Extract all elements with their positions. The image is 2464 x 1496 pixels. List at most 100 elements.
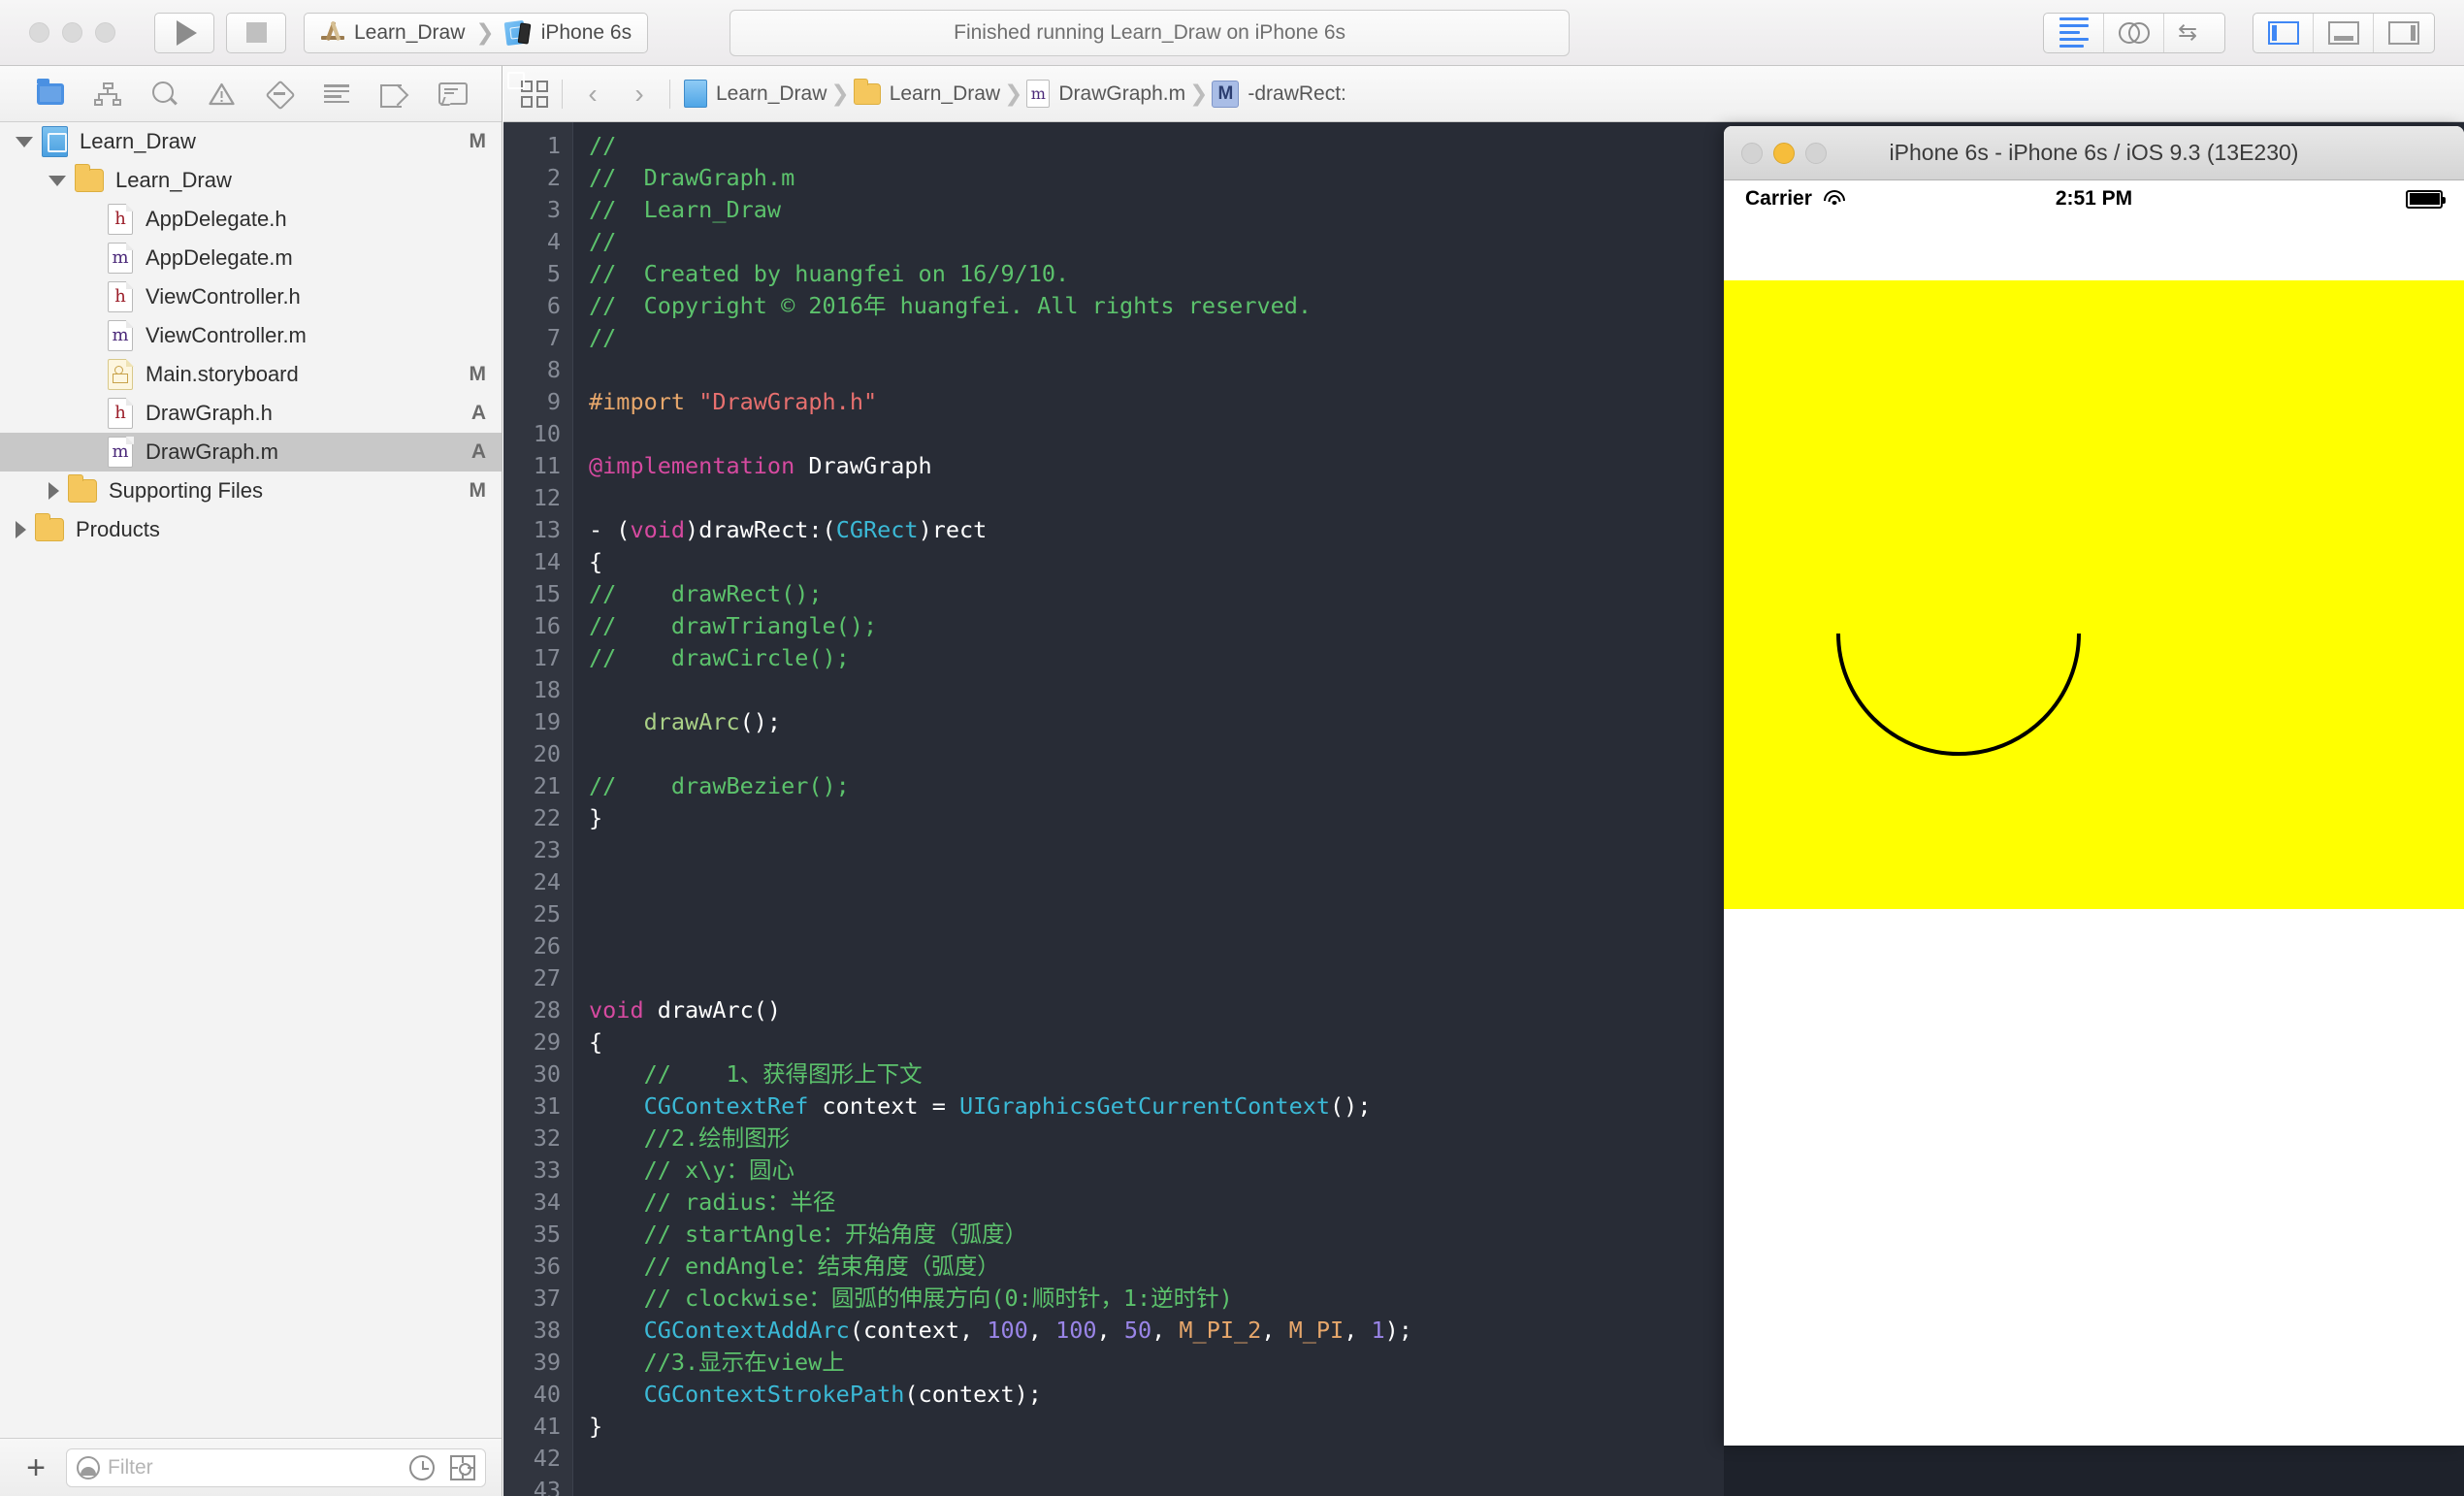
simulator-close-button[interactable]	[1741, 142, 1763, 164]
line-number: 6	[546, 292, 561, 319]
code-token: drawArc	[643, 708, 740, 735]
header-file-icon: h	[108, 281, 134, 312]
toggle-utilities-button[interactable]	[2374, 14, 2434, 52]
close-button[interactable]	[29, 22, 49, 43]
minimize-button[interactable]	[62, 22, 82, 43]
symbol-navigator-tab[interactable]	[91, 78, 124, 111]
simulator-screen[interactable]	[1724, 217, 2464, 1446]
toggle-navigator-button[interactable]	[2253, 13, 2314, 52]
battery-icon	[2406, 189, 2446, 209]
source-control-filter-icon[interactable]	[450, 1454, 475, 1480]
assistant-editor-button[interactable]	[2104, 13, 2164, 52]
disclosure-triangle-icon[interactable]	[16, 136, 33, 147]
divider	[669, 79, 670, 109]
file-tree-row[interactable]: h AppDelegate.h	[0, 200, 502, 239]
file-tree-row[interactable]: Learn_Draw M	[0, 122, 502, 161]
filter-input[interactable]: Filter	[66, 1447, 486, 1487]
recent-files-icon[interactable]	[409, 1454, 435, 1480]
version-editor-button[interactable]: ⇆	[2164, 14, 2224, 52]
breadcrumb-label: Learn_Draw	[716, 81, 827, 105]
file-tree-row[interactable]: Main.storyboard M	[0, 355, 502, 394]
file-tree-row-label: Learn_Draw	[80, 129, 196, 153]
code-token: // clockwise：圆弧的伸展方向(0:顺时针，1:逆时针)	[589, 1285, 1233, 1312]
simulator-zoom-button[interactable]	[1805, 142, 1827, 164]
file-tree-row[interactable]: m AppDelegate.m	[0, 239, 502, 277]
project-icon	[42, 126, 68, 157]
disclosure-triangle-icon[interactable]	[16, 521, 26, 538]
disclosure-triangle-icon[interactable]	[49, 175, 66, 186]
header-file-icon: h	[108, 204, 134, 235]
breadcrumb-item[interactable]: m DrawGraph.m	[1026, 80, 1185, 108]
breadcrumb-item[interactable]: Learn_Draw	[853, 78, 1000, 106]
breadcrumb-item[interactable]: M -drawRect:	[1212, 80, 1346, 108]
file-tree-row[interactable]: Learn_Draw	[0, 161, 502, 200]
line-number: 13	[533, 516, 561, 543]
report-navigator-tab[interactable]	[320, 78, 353, 111]
project-file-tree[interactable]: Learn_Draw M Learn_Draw h AppDelegate.h m AppD…	[0, 122, 502, 1411]
editor-mode-segmented-control[interactable]: ⇆	[2043, 12, 2225, 53]
file-tree-row-label: Learn_Draw	[115, 168, 232, 192]
project-icon	[684, 80, 707, 108]
search-icon	[151, 81, 178, 107]
file-tree-row-label: AppDelegate.h	[146, 207, 287, 231]
line-number: 29	[533, 1028, 561, 1056]
file-tree-row[interactable]: m DrawGraph.m A	[0, 433, 502, 472]
line-number: 8	[546, 356, 561, 383]
file-tree-row[interactable]: Products	[0, 510, 502, 549]
line-number: 2	[546, 164, 561, 191]
code-token: DrawGraph	[808, 452, 932, 479]
stop-button[interactable]	[226, 12, 286, 53]
find-navigator-tab[interactable]	[148, 78, 181, 111]
folder-icon	[35, 513, 64, 541]
disclosure-triangle-icon[interactable]	[49, 482, 59, 500]
file-tree-row[interactable]: Supporting Files M	[0, 472, 502, 510]
zoom-button[interactable]	[95, 22, 115, 43]
code-token: // Created by huangfei on 16/9/10.	[589, 260, 1070, 287]
code-token: "DrawGraph.h"	[698, 388, 878, 415]
file-tree-row-label: AppDelegate.m	[146, 245, 293, 270]
related-items-icon[interactable]	[521, 80, 548, 108]
diamond-minus-icon	[267, 81, 292, 107]
view-toggle-segmented-control[interactable]	[2253, 12, 2435, 53]
back-button[interactable]: ‹	[576, 79, 609, 110]
test-navigator-tab[interactable]	[263, 78, 296, 111]
scheme-control[interactable]: Learn_Draw ❯ iPhone 6s	[304, 12, 649, 53]
simulator-minimize-button[interactable]	[1773, 142, 1795, 164]
issue-navigator-tab[interactable]	[206, 78, 239, 111]
code-token: //	[589, 324, 617, 351]
toggle-debug-area-button[interactable]	[2314, 13, 2374, 52]
code-token: (context,	[849, 1317, 988, 1344]
code-token: ();	[739, 708, 782, 735]
project-navigator-tab[interactable]	[34, 78, 67, 111]
line-number: 32	[533, 1124, 561, 1152]
line-number: 21	[533, 772, 561, 799]
forward-button[interactable]: ›	[623, 79, 656, 110]
breakpoint-navigator-tab[interactable]	[377, 78, 410, 111]
ios-simulator-window[interactable]: iPhone 6s - iPhone 6s / iOS 9.3 (13E230)…	[1724, 126, 2464, 1446]
breadcrumb[interactable]: Learn_Draw ❯ Learn_Draw ❯ m DrawGraph.m ❯ M -dra…	[684, 78, 1346, 108]
standard-editor-button[interactable]	[2044, 13, 2104, 52]
activity-view[interactable]: Finished running Learn_Draw on iPhone 6s	[729, 9, 1571, 56]
scm-status-badge: A	[470, 440, 486, 463]
line-number: 7	[546, 324, 561, 351]
file-tree-row[interactable]: h DrawGraph.h A	[0, 394, 502, 433]
breadcrumb-item[interactable]: Learn_Draw	[684, 80, 827, 108]
file-tree-row[interactable]: m ViewController.m	[0, 316, 502, 355]
divider	[562, 79, 563, 109]
file-tree-row[interactable]: h ViewController.h	[0, 277, 502, 316]
destination-device-icon	[503, 19, 533, 46]
code-token: // x\y：圆心	[589, 1156, 794, 1184]
scm-status-badge: A	[470, 402, 486, 424]
utilities-panel-icon	[2388, 20, 2419, 45]
add-file-button[interactable]: +	[16, 1447, 56, 1488]
code-token: 50	[1123, 1317, 1152, 1344]
status-bar-time: 2:51 PM	[2055, 187, 2133, 210]
debug-navigator-tab[interactable]	[435, 78, 469, 111]
header-file-icon: h	[108, 398, 134, 429]
run-button[interactable]	[154, 12, 214, 53]
window-traffic-lights	[29, 22, 115, 43]
code-token: // startAngle：开始角度（弧度）	[589, 1220, 1028, 1248]
line-number: 17	[533, 644, 561, 671]
code-token: //	[589, 228, 617, 255]
code-token: {	[589, 1028, 603, 1056]
